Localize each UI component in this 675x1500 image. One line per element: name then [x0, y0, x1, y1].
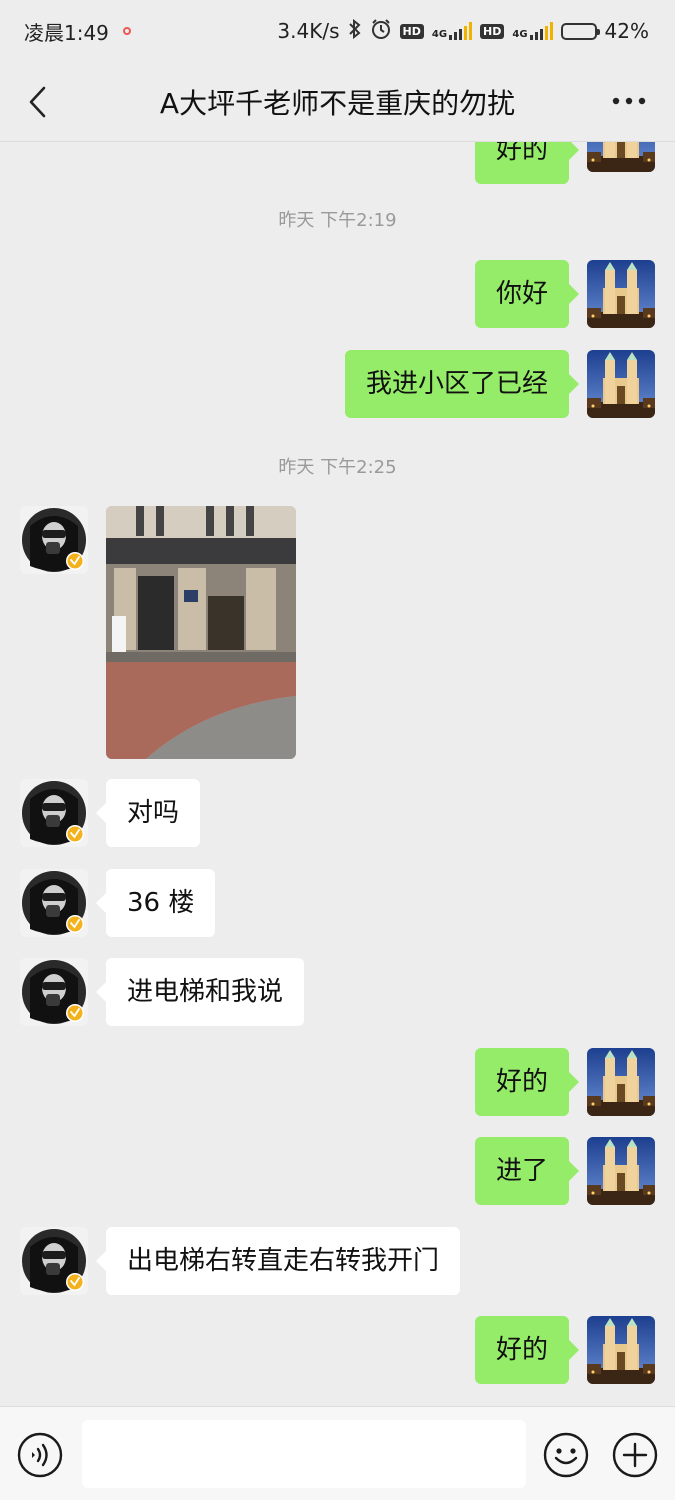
plus-icon [612, 1432, 658, 1478]
emoji-icon [543, 1432, 589, 1478]
message-bubble-mine[interactable]: 你好 [474, 260, 580, 328]
building-entrance-photo [106, 506, 296, 759]
status-time: 凌晨1:49 [24, 20, 109, 45]
message-bubble-theirs[interactable]: 对吗 [95, 779, 201, 847]
more-functions-button[interactable] [612, 1432, 658, 1478]
hd-badge-2: HD [480, 23, 505, 39]
message-bubble-theirs[interactable]: 36 楼 [95, 869, 216, 937]
my-avatar[interactable] [587, 1048, 655, 1116]
timestamp: 昨天 下午2:19 [278, 210, 397, 231]
hd-badge-1: HD [399, 23, 424, 39]
message-bubble-mine[interactable]: 好的 [474, 142, 580, 184]
signal-bars-icon [529, 22, 553, 40]
chat-header: A大坪千老师不是重庆的勿扰 [0, 62, 675, 142]
battery-percent: 42% [604, 19, 649, 43]
alarm-icon [370, 18, 392, 45]
contact-avatar[interactable] [20, 506, 88, 574]
contact-avatar[interactable] [20, 1227, 88, 1295]
battery-icon [560, 22, 600, 40]
bluetooth-icon [348, 18, 362, 44]
message-bubble-mine[interactable]: 进了 [474, 1137, 580, 1205]
notification-icon [122, 27, 131, 35]
message-bubble-mine[interactable]: 好的 [474, 1316, 580, 1384]
network-speed: 3.4K/s [277, 19, 340, 43]
contact-avatar[interactable] [20, 958, 88, 1026]
signal-1: 4G [432, 22, 473, 40]
my-avatar[interactable] [587, 350, 655, 418]
back-button[interactable] [18, 82, 58, 122]
contact-avatar[interactable] [20, 779, 88, 847]
voice-icon [17, 1432, 63, 1478]
status-bar: 凌晨1:49 3.4K/s HD 4G HD 4G 42% [0, 0, 675, 62]
emoji-button[interactable] [543, 1432, 589, 1478]
image-message[interactable] [106, 506, 296, 759]
input-bar [0, 1406, 675, 1500]
timestamp: 昨天 下午2:25 [278, 457, 397, 478]
message-bubble-theirs[interactable]: 进电梯和我说 [95, 958, 305, 1026]
my-avatar[interactable] [587, 1316, 655, 1384]
my-avatar[interactable] [587, 260, 655, 328]
message-bubble-mine[interactable]: 我进小区了已经 [344, 350, 580, 418]
message-input[interactable] [82, 1420, 526, 1488]
message-bubble-theirs[interactable]: 出电梯右转直走右转我开门 [95, 1227, 461, 1295]
contact-avatar[interactable] [20, 869, 88, 937]
chat-title: A大坪千老师不是重庆的勿扰 [159, 86, 516, 120]
message-bubble-mine[interactable]: 好的 [474, 1048, 580, 1116]
back-arrow-icon [29, 86, 46, 118]
more-dots-icon [612, 97, 646, 105]
my-avatar[interactable] [587, 1137, 655, 1205]
signal-bars-icon [449, 22, 473, 40]
more-button[interactable] [609, 86, 649, 116]
my-avatar[interactable] [587, 142, 655, 172]
chat-area[interactable]: 好的 昨天 下午2:19 你好 我进小区了已经 昨天 下午2:25 对吗 36 … [0, 142, 675, 1406]
signal-2: 4G [512, 22, 553, 40]
voice-button[interactable] [17, 1432, 63, 1478]
